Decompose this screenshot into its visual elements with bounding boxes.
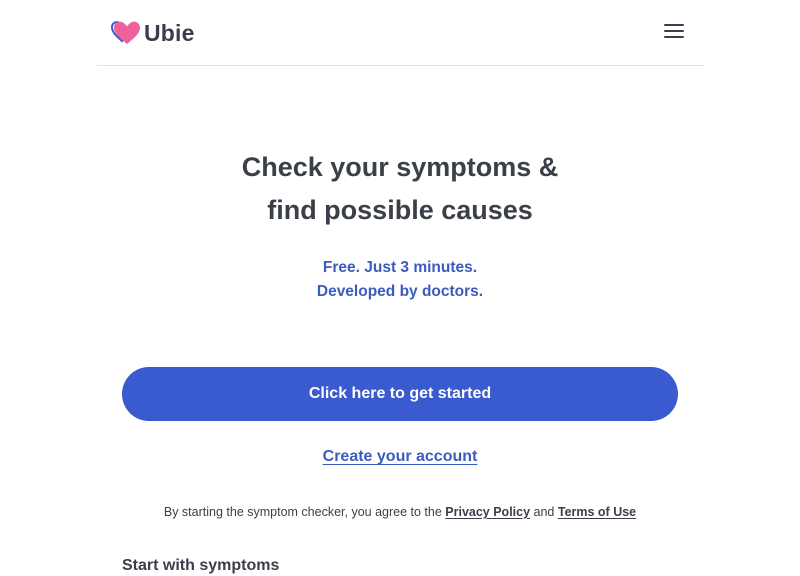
logo[interactable]: Ubie: [111, 20, 195, 46]
logo-text: Ubie: [144, 20, 195, 46]
privacy-policy-link[interactable]: Privacy Policy: [445, 505, 530, 519]
menu-button[interactable]: [662, 21, 686, 45]
hero-subtitle: Free. Just 3 minutes. Developed by docto…: [0, 256, 800, 304]
agreement-prefix: By starting the symptom checker, you agr…: [163, 505, 446, 519]
site-header: Ubie: [97, 0, 704, 66]
create-account-link[interactable]: Create your account: [323, 448, 478, 465]
hero-subtitle-line-1: Free. Just 3 minutes.: [322, 259, 478, 276]
hero-title-line-1: Check your symptoms &: [241, 152, 559, 182]
hero-subtitle-line-2: Developed by doctors.: [316, 283, 484, 300]
get-started-button[interactable]: Click here to get started: [122, 367, 678, 421]
start-with-symptoms-heading: Start with symptoms: [122, 557, 280, 574]
hero-title: Check your symptoms & find possible caus…: [0, 146, 800, 232]
page: Ubie Check your symptoms & find possible…: [0, 0, 800, 576]
agreement-conjunction: and: [530, 505, 558, 519]
hamburger-menu-icon: [664, 23, 684, 44]
terms-of-use-link[interactable]: Terms of Use: [558, 505, 636, 519]
create-account-wrapper: Create your account: [0, 446, 800, 468]
hero-title-line-2: find possible causes: [267, 195, 533, 225]
heart-logo-icon: [111, 20, 141, 46]
agreement-text: By starting the symptom checker, you agr…: [0, 503, 800, 521]
